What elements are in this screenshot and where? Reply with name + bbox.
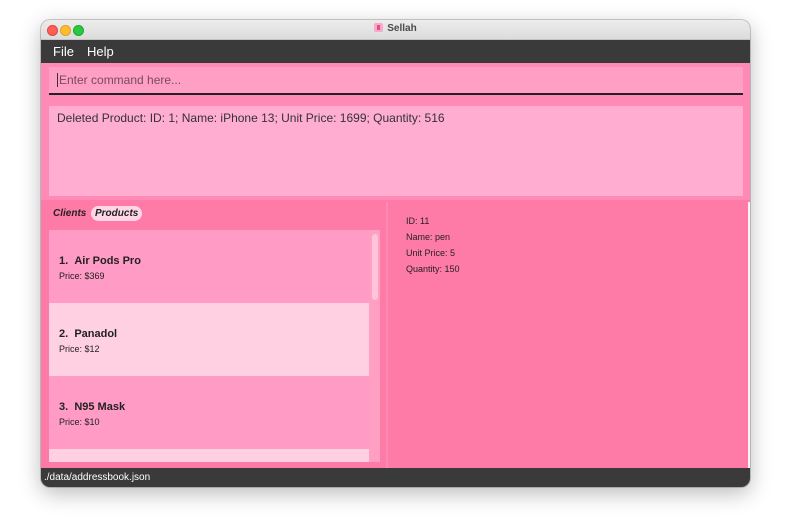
app-icon xyxy=(374,23,384,32)
window-edge xyxy=(748,202,750,468)
scrollbar-thumb[interactable] xyxy=(372,234,378,300)
product-name: 2. Panadol xyxy=(59,328,118,340)
result-display-area: Deleted Product: ID: 1; Name: iPhone 13;… xyxy=(41,100,750,200)
product-price: Price: $369 xyxy=(59,271,105,281)
list-scrollbar[interactable] xyxy=(369,230,380,462)
menu-bar: File Help xyxy=(41,40,750,63)
result-display[interactable]: Deleted Product: ID: 1; Name: iPhone 13;… xyxy=(49,106,743,196)
menu-help[interactable]: Help xyxy=(87,44,114,59)
product-price: Price: $12 xyxy=(59,344,100,354)
menu-file[interactable]: File xyxy=(53,44,74,59)
status-file-path: ./data/addressbook.json xyxy=(44,472,151,483)
window-title: Sellah xyxy=(41,23,750,34)
detail-id: ID: 11 xyxy=(406,216,430,226)
tab-clients[interactable]: Clients xyxy=(49,206,90,221)
detail-panel: ID: 11 Name: pen Unit Price: 5 Quantity:… xyxy=(388,202,750,468)
window-title-text: Sellah xyxy=(387,23,417,34)
product-card-partial[interactable] xyxy=(49,449,369,462)
product-card-selected[interactable]: 2. Panadol Price: $12 xyxy=(49,303,369,376)
app-window: Sellah File Help Deleted Product: ID: 1;… xyxy=(41,20,750,487)
result-text: Deleted Product: ID: 1; Name: iPhone 13;… xyxy=(57,111,445,125)
detail-unit-price: Unit Price: 5 xyxy=(406,248,456,258)
tab-products[interactable]: Products xyxy=(91,206,143,221)
product-list[interactable]: 1. Air Pods Pro Price: $369 2. Panadol P… xyxy=(49,230,380,462)
status-bar: ./data/addressbook.json xyxy=(41,468,750,487)
command-box[interactable] xyxy=(49,67,743,95)
product-price: Price: $10 xyxy=(59,417,100,427)
text-caret xyxy=(57,73,58,87)
command-box-area xyxy=(41,63,750,100)
product-card[interactable]: 3. N95 Mask Price: $10 xyxy=(49,376,369,449)
product-card[interactable]: 1. Air Pods Pro Price: $369 xyxy=(49,230,369,303)
command-input[interactable] xyxy=(59,67,739,93)
product-name: 3. N95 Mask xyxy=(59,401,126,413)
detail-name: Name: pen xyxy=(406,232,451,242)
list-panel: Clients Products 1. Air Pods Pro Price: … xyxy=(41,202,386,468)
title-bar: Sellah xyxy=(41,20,750,40)
product-name: 1. Air Pods Pro xyxy=(59,255,141,267)
detail-quantity: Quantity: 150 xyxy=(406,264,460,274)
